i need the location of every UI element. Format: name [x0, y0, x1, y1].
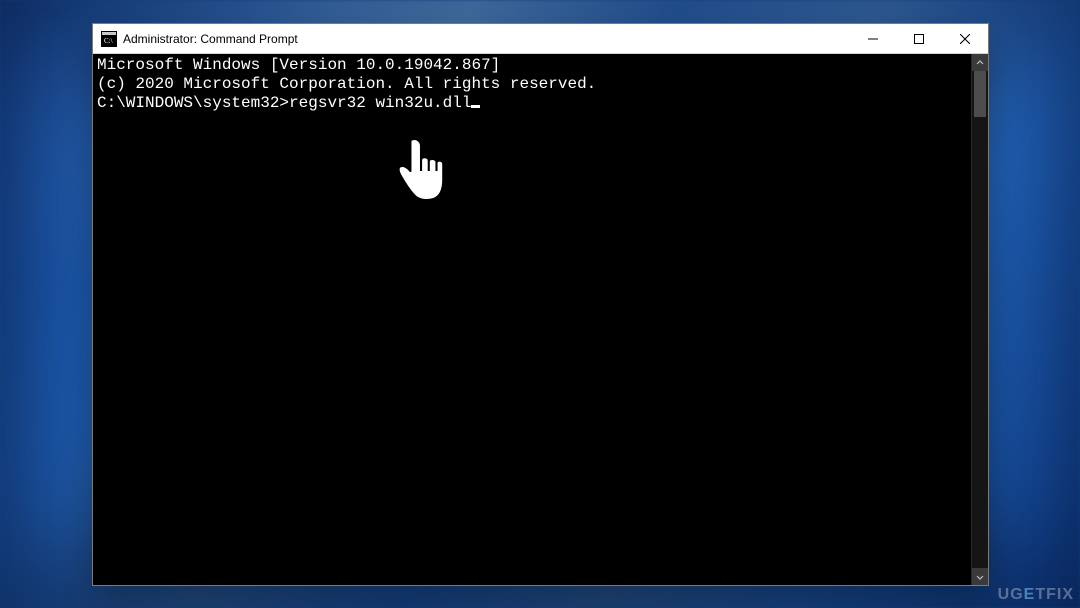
console-line: Microsoft Windows [Version 10.0.19042.86…	[97, 56, 967, 75]
maximize-icon	[914, 34, 924, 44]
watermark-part: UG	[998, 586, 1024, 603]
console-prompt-line: C:\WINDOWS\system32>regsvr32 win32u.dll	[97, 94, 967, 113]
console-output[interactable]: Microsoft Windows [Version 10.0.19042.86…	[93, 54, 971, 585]
svg-text:C:\: C:\	[104, 37, 113, 45]
close-icon	[960, 34, 970, 44]
chevron-down-icon	[976, 573, 984, 581]
minimize-button[interactable]	[850, 24, 896, 53]
text-cursor	[471, 105, 480, 108]
watermark-text: UGETFIX	[998, 586, 1074, 604]
watermark-part: E	[1024, 586, 1036, 603]
window-controls	[850, 24, 988, 53]
watermark-part: TFIX	[1035, 586, 1074, 603]
window-title: Administrator: Command Prompt	[123, 32, 298, 46]
cmd-window: C:\ Administrator: Command Prompt Micros…	[92, 23, 989, 586]
titlebar[interactable]: C:\ Administrator: Command Prompt	[93, 24, 988, 54]
scroll-up-button[interactable]	[972, 54, 988, 71]
vertical-scrollbar[interactable]	[971, 54, 988, 585]
scroll-down-button[interactable]	[972, 568, 988, 585]
cmd-icon: C:\	[101, 31, 117, 47]
close-button[interactable]	[942, 24, 988, 53]
scrollbar-track[interactable]	[972, 71, 988, 568]
console-command: regsvr32 win32u.dll	[289, 94, 471, 112]
minimize-icon	[868, 34, 878, 44]
console-line: (c) 2020 Microsoft Corporation. All righ…	[97, 75, 967, 94]
console-prompt: C:\WINDOWS\system32>	[97, 94, 289, 112]
console-area: Microsoft Windows [Version 10.0.19042.86…	[93, 54, 988, 585]
chevron-up-icon	[976, 59, 984, 67]
scrollbar-thumb[interactable]	[974, 71, 986, 117]
maximize-button[interactable]	[896, 24, 942, 53]
